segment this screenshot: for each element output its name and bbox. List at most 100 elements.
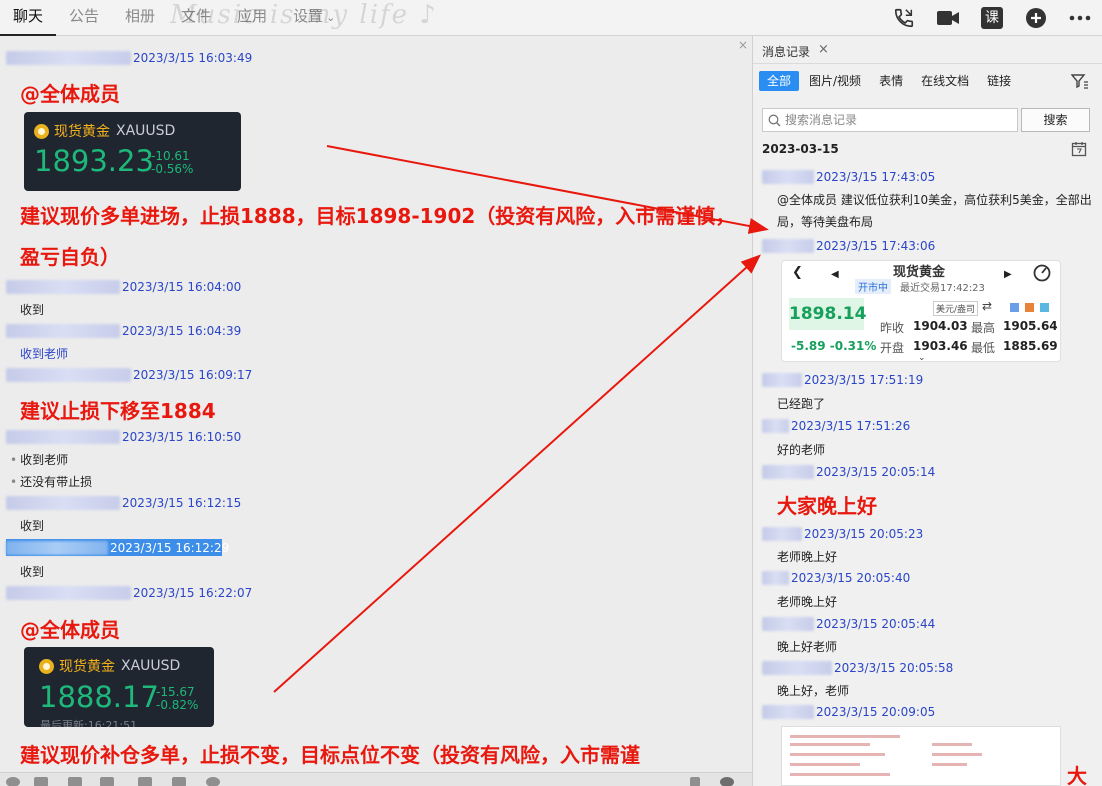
image-icon[interactable] [138,777,152,786]
close-icon[interactable]: × [818,42,829,57]
message-time: 2023/3/15 16:10:50 [122,429,242,444]
sender-name[interactable] [762,418,789,433]
scissors-icon[interactable] [68,777,82,786]
gold-quote-card[interactable]: 现货黄金 XAUUSD 1888.17 -15.67 -0.82% 最后更新:1… [24,647,214,727]
message-header-selected[interactable]: 2023/3/15 16:12:29 [6,539,229,556]
quote-name: 现货黄金 [59,659,115,675]
message-text: 收到 [20,303,45,317]
expand-icon[interactable] [690,777,700,786]
info-icon[interactable] [1025,303,1034,312]
message-header: 2023/3/15 17:43:06 [762,238,935,253]
message-time: 2023/3/15 20:05:58 [834,660,954,675]
sender-name[interactable] [6,323,120,338]
filter-tab-docs[interactable]: 在线文档 [913,71,977,91]
sender-name[interactable] [762,616,814,631]
message-header: 2023/3/15 17:43:05 [762,169,935,184]
quote-unit[interactable]: 美元/盎司 [933,301,979,316]
folder-icon[interactable] [100,777,114,786]
image-thumbnail[interactable] [781,726,1061,786]
quote-change: -5.89 -0.31% [791,339,877,353]
filter-tab-media[interactable]: 图片/视频 [801,71,869,91]
video-call-icon[interactable] [926,0,970,36]
message-text: @全体成员 建议低位获利10美金，高位获利5美金，全部出局，等待美盘布局 [777,193,1092,229]
share-icon[interactable] [1010,303,1019,312]
message-time: 2023/3/15 16:04:00 [122,279,242,294]
message-text: 老师晚上好 [777,595,838,609]
input-toolbar [0,772,752,786]
gold-quote-detail-card[interactable]: ❮ ◀ 现货黄金 ▶ 开市中 最近交易17:42:23 1898.14 美元/盎… [781,260,1061,363]
more-icon[interactable] [1058,0,1102,36]
message-header: 2023/3/15 16:03:49 [6,50,252,65]
sender-name[interactable] [762,169,814,184]
message-greeting: 大家晚上好 [777,494,877,518]
course-icon[interactable]: 课 [970,0,1014,36]
gif-icon[interactable] [34,777,48,786]
sender-name[interactable] [6,50,131,65]
sender-name[interactable] [6,279,120,294]
thumb-line [932,743,972,746]
sender-name[interactable] [762,526,802,541]
message-mention-all: @全体成员 [20,618,120,642]
history-icon[interactable] [720,777,734,786]
screenshot-icon[interactable] [172,777,186,786]
chat-icon[interactable] [1040,303,1049,312]
prev-icon[interactable]: ◀ [831,269,839,280]
message-text: 已经跑了 [777,397,826,411]
filter-tab-links[interactable]: 链接 [979,71,1019,91]
message-stop-loss: 建议止损下移至1884 [20,399,216,423]
message-greeting-cut: 大 [1067,764,1087,786]
sender-name[interactable] [762,660,832,675]
message-time: 2023/3/15 17:51:19 [804,372,924,387]
filter-tab-all[interactable]: 全部 [759,71,800,91]
sender-name[interactable] [6,495,120,510]
panel-header: 消息记录 × [753,36,1102,64]
message-text: 老师晚上好 [777,550,838,564]
sender-name[interactable] [6,367,131,382]
emoji-icon[interactable] [6,777,20,786]
top-toolbar: 课 [882,0,1102,36]
plus-circle-icon[interactable] [1014,0,1058,36]
message-text: 收到 [20,565,45,579]
bullet: • [10,453,18,467]
sender-name[interactable] [762,238,814,253]
search-button[interactable]: 搜索 [1021,108,1090,132]
search-input[interactable] [785,111,1013,129]
tab-chat[interactable]: 聊天 [0,0,57,36]
chevron-down-icon[interactable]: ⌄ [918,353,926,363]
message-header: 2023/3/15 16:22:07 [6,585,252,600]
message-time: 2023/3/15 16:12:29 [110,540,230,555]
message-text: • 还没有带止损 [10,473,92,490]
chevron-left-icon[interactable]: ❮ [792,265,803,280]
message-text: 收到老师 [20,347,69,361]
message-time: 2023/3/15 16:09:17 [133,367,253,382]
tab-album[interactable]: 相册 [112,0,168,36]
search-box [762,108,1018,132]
tab-announcement[interactable]: 公告 [56,0,112,36]
phone-icon[interactable] [882,0,926,36]
search-icon [768,114,781,130]
message-header: 2023/3/15 16:10:50 [6,429,241,444]
refresh-icon[interactable] [1032,263,1052,287]
quote-title: 现货黄金 [893,265,946,280]
thumb-line [790,735,900,738]
filter-icon[interactable] [1070,73,1089,92]
sender-name[interactable] [762,372,802,387]
sender-name[interactable] [762,464,814,479]
filter-tab-emoji[interactable]: 表情 [871,71,911,91]
sender-name[interactable] [6,540,108,555]
next-icon[interactable]: ▶ [1004,269,1012,280]
gold-quote-card[interactable]: 现货黄金 XAUUSD 1893.23 -10.61 -0.56% [24,112,241,191]
message-header: 2023/3/15 16:09:17 [6,367,252,382]
sender-name[interactable] [6,585,131,600]
swap-icon[interactable]: ⇄ [982,299,992,313]
sender-name[interactable] [762,704,814,719]
message-time: 2023/3/15 17:43:06 [816,238,936,253]
close-icon[interactable]: × [738,38,748,52]
sender-name[interactable] [6,429,120,444]
message-time: 2023/3/15 17:43:05 [816,169,936,184]
quote-symbol: XAUUSD [121,658,181,674]
sender-name[interactable] [762,570,789,585]
calendar-icon[interactable] [1071,141,1087,160]
mic-icon[interactable] [206,777,220,786]
chat-area[interactable]: × 2023/3/15 16:03:49 @全体成员 现货黄金 XAUUSD 1… [0,36,752,772]
